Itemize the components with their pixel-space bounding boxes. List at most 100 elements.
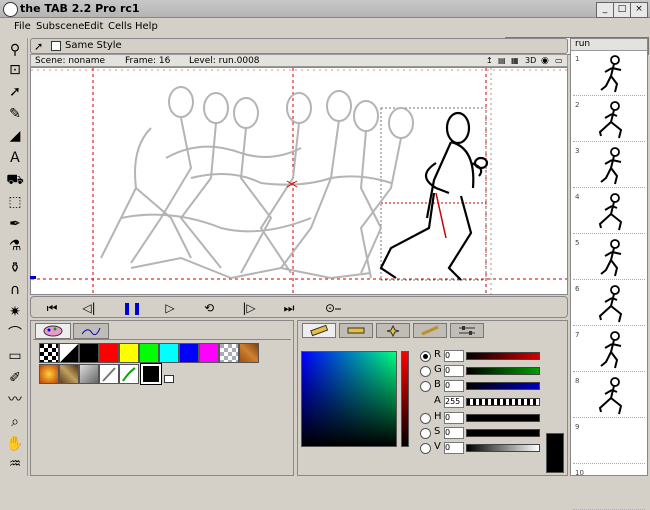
same-style-checkbox[interactable] xyxy=(51,41,61,51)
green-slider[interactable] xyxy=(466,367,540,375)
swatch-wood-texture[interactable] xyxy=(239,343,259,363)
red-value-field[interactable]: 0 xyxy=(444,350,464,362)
pointer-tool-icon[interactable]: ➚ xyxy=(5,82,25,102)
level-frame-cell[interactable]: 1 xyxy=(573,53,645,96)
radio-green[interactable] xyxy=(420,366,431,377)
hue-value-field[interactable]: 0 xyxy=(444,412,464,424)
3d-toggle[interactable]: 3D xyxy=(525,55,536,67)
next-frame-icon[interactable]: |▷ xyxy=(241,300,257,316)
radio-value[interactable] xyxy=(420,443,431,454)
alpha-slider[interactable] xyxy=(466,398,540,406)
value-value-field[interactable]: 0 xyxy=(444,442,464,454)
color-tab-brush[interactable] xyxy=(413,323,447,338)
magnet-tool-icon[interactable]: ∩ xyxy=(5,280,25,300)
radio-hue[interactable] xyxy=(420,413,431,424)
value-slider[interactable] xyxy=(466,444,540,452)
level-frame-cell[interactable]: 8 xyxy=(573,375,645,418)
menu-subscene[interactable]: Subscene xyxy=(36,21,84,32)
blue-value-field[interactable]: 0 xyxy=(444,380,464,392)
hue-slider[interactable] xyxy=(466,414,540,422)
bend-tool-icon[interactable]: ⌒ xyxy=(5,324,25,344)
level-frame-cell[interactable]: 6 xyxy=(573,283,645,326)
new-swatch-icon[interactable] xyxy=(164,375,174,383)
text-tool-icon[interactable]: Ａ xyxy=(5,148,25,168)
swatch-blue[interactable] xyxy=(179,343,199,363)
saturation-value-field[interactable]: 0 xyxy=(444,427,464,439)
swatch-green[interactable] xyxy=(139,343,159,363)
animate-tool-icon[interactable]: ⚲ xyxy=(5,40,25,60)
menu-file[interactable]: File xyxy=(14,21,31,32)
onion-skin-icon[interactable]: ◉ xyxy=(541,55,549,67)
flask-tool-icon[interactable]: ⚱ xyxy=(5,258,25,278)
zoom-tool-icon[interactable]: ⌕ xyxy=(5,412,25,432)
maximize-button[interactable]: □ xyxy=(613,2,631,18)
swatch-brush-1[interactable] xyxy=(99,364,119,384)
color-tab-ink[interactable] xyxy=(339,323,373,338)
palette-tab[interactable] xyxy=(35,323,71,339)
swatch-yellow[interactable] xyxy=(119,343,139,363)
smoother-tool-icon[interactable]: 〰 xyxy=(5,390,25,410)
color-tab-paint[interactable] xyxy=(302,323,336,338)
swatch-gray-texture[interactable] xyxy=(79,364,99,384)
hand-tool-icon[interactable]: ✋ xyxy=(5,434,25,454)
layers-icon[interactable]: ▤ xyxy=(498,55,506,67)
styles-tab[interactable] xyxy=(73,323,109,339)
last-frame-icon[interactable]: ⏭ xyxy=(281,300,297,316)
swatch-current-black[interactable] xyxy=(140,363,162,385)
pause-icon[interactable]: ❚❚ xyxy=(122,300,142,316)
menu-help[interactable]: Help xyxy=(135,21,158,32)
play-icon[interactable]: ▷ xyxy=(162,300,178,316)
swatch-magenta[interactable] xyxy=(199,343,219,363)
swatch-fire-texture[interactable] xyxy=(39,364,59,384)
menu-edit[interactable]: Edit xyxy=(84,21,103,32)
geometric-tool-icon[interactable]: ◢ xyxy=(5,126,25,146)
paint-tool-icon[interactable]: ⬚ xyxy=(5,192,25,212)
camera-view-icon[interactable]: ▭ xyxy=(555,55,563,67)
radio-blue[interactable] xyxy=(420,381,431,392)
red-slider[interactable] xyxy=(466,352,540,360)
pen-tool-icon[interactable]: ✒ xyxy=(5,214,25,234)
level-frame-cell[interactable]: 2 xyxy=(573,99,645,142)
pencil-tool-icon[interactable]: ✐ xyxy=(5,368,25,388)
minimize-button[interactable]: _ xyxy=(596,2,614,18)
close-button[interactable]: × xyxy=(630,2,648,18)
level-frame-cell[interactable]: 9 xyxy=(573,421,645,464)
grid-icon[interactable]: ▦ xyxy=(511,55,519,67)
level-frame-cell[interactable]: 3 xyxy=(573,145,645,188)
radio-red[interactable] xyxy=(420,351,431,362)
level-frame-cell[interactable]: 10 xyxy=(573,467,645,510)
swatch-rock-texture[interactable] xyxy=(59,364,79,384)
audio-tool-icon[interactable]: ♒ xyxy=(5,454,25,474)
arrow-up-icon[interactable]: ↥ xyxy=(486,55,493,67)
swatch-black[interactable] xyxy=(79,343,99,363)
alpha-value-field[interactable]: 255 xyxy=(444,396,464,408)
blue-slider[interactable] xyxy=(466,382,540,390)
loop-icon[interactable]: ⟲ xyxy=(201,300,217,316)
skeleton-tool-icon[interactable]: ✷ xyxy=(5,302,25,322)
select-tool-icon[interactable]: ⊡ xyxy=(5,60,25,80)
speed-icon[interactable]: ⊙⎯ xyxy=(321,300,345,316)
color-tab-settings[interactable] xyxy=(450,323,484,338)
color-tab-fx[interactable] xyxy=(376,323,410,338)
swatch-checker[interactable] xyxy=(39,343,59,363)
red-channel-strip[interactable] xyxy=(401,351,409,447)
swatch-transparent[interactable] xyxy=(59,343,79,363)
prev-frame-icon[interactable]: ◁| xyxy=(81,300,97,316)
fill-tool-icon[interactable]: ⛟ xyxy=(5,170,25,190)
level-frame-cell[interactable]: 5 xyxy=(573,237,645,280)
radio-saturation[interactable] xyxy=(420,428,431,439)
swatch-cyan[interactable] xyxy=(159,343,179,363)
swatch-brush-2[interactable] xyxy=(119,364,139,384)
first-frame-icon[interactable]: ⏮ xyxy=(44,300,60,316)
saturation-slider[interactable] xyxy=(466,429,540,437)
drawing-canvas[interactable] xyxy=(30,67,568,295)
level-frame-cell[interactable]: 7 xyxy=(573,329,645,372)
eraser-tool-icon[interactable]: ▭ xyxy=(5,346,25,366)
color-picker-square[interactable] xyxy=(301,351,397,447)
brush-tool-icon[interactable]: ✎ xyxy=(5,104,25,124)
swatch-checker-light[interactable] xyxy=(219,343,239,363)
menu-cells[interactable]: Cells xyxy=(108,21,132,32)
eyedropper-tool-icon[interactable]: ⚗ xyxy=(5,236,25,256)
green-value-field[interactable]: 0 xyxy=(444,365,464,377)
level-frame-cell[interactable]: 4 xyxy=(573,191,645,234)
